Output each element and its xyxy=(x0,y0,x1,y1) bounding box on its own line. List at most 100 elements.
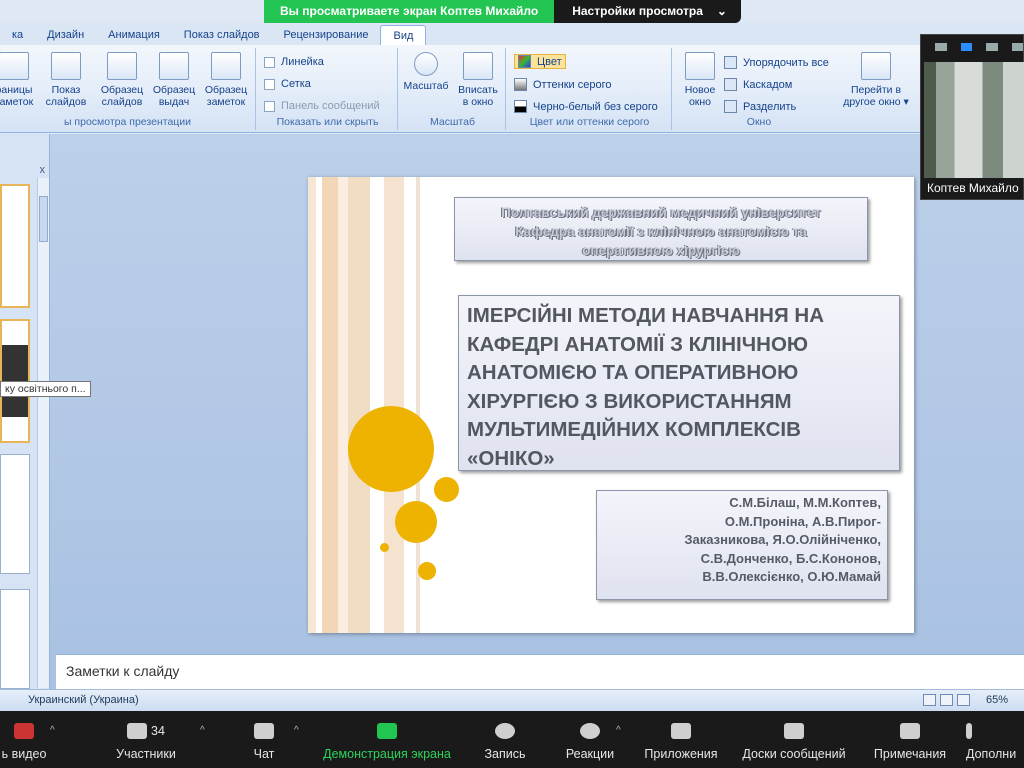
whiteboards-button[interactable]: Доски сообщений xyxy=(736,711,852,768)
video-off-icon xyxy=(14,723,34,739)
camera-feed xyxy=(924,62,1024,178)
fit-to-window-button[interactable]: Вписать в окно xyxy=(454,52,502,108)
decorative-circle xyxy=(434,477,459,502)
group-title: ы просмотра презентации xyxy=(63,116,192,128)
video-tile-toolbar xyxy=(921,35,1023,59)
side-by-side-icon[interactable] xyxy=(1011,43,1023,51)
slide-thumbnails-pane: x ку освітнього п... xyxy=(0,134,91,689)
participants-button[interactable]: 34 Участники xyxy=(106,711,186,768)
slide-sorter-icon[interactable] xyxy=(940,694,953,706)
notes-icon xyxy=(900,723,920,739)
slideshow-view-button[interactable]: Показ слайдов xyxy=(42,52,90,108)
authors-textbox[interactable]: С.М.Білаш, М.М.Коптев, О.М.Проніна, А.В.… xyxy=(596,490,888,600)
language-indicator[interactable]: Украинский (Украина) xyxy=(28,694,139,706)
switch-window-icon xyxy=(861,52,891,80)
chevron-up-icon[interactable]: ^ xyxy=(294,725,299,736)
participant-video-tile[interactable]: Коптев Михайло xyxy=(920,34,1024,200)
normal-view-icon[interactable] xyxy=(923,694,936,706)
notes-button[interactable]: Примечания xyxy=(868,711,952,768)
new-window-button[interactable]: Новое окно xyxy=(676,52,724,108)
university-textbox[interactable]: Полтавський державний медичний університ… xyxy=(454,197,868,261)
slide-thumbnail[interactable] xyxy=(0,454,30,574)
group-color: Цвет Оттенки серого Черно-белый без серо… xyxy=(508,48,672,130)
tab-animation[interactable]: Анимация xyxy=(96,25,172,45)
group-presentation-views: раницы заметок Показ слайдов Образец сла… xyxy=(0,48,256,130)
group-title: Масштаб xyxy=(430,116,475,128)
notes-input[interactable]: Заметки к слайду xyxy=(56,654,1024,689)
tab-view[interactable]: Вид xyxy=(380,25,427,45)
stop-video-button[interactable]: ь видео xyxy=(0,711,54,768)
reactions-button[interactable]: Реакции xyxy=(562,711,618,768)
checkbox-icon xyxy=(264,100,275,112)
cascade-button[interactable]: Каскадом xyxy=(724,78,792,91)
group-zoom: Масштаб Вписать в окно Масштаб xyxy=(400,48,506,130)
whiteboard-icon xyxy=(784,723,804,739)
notes-master-button[interactable]: Образец заметок xyxy=(202,52,250,108)
ribbon-tabs: ка Дизайн Анимация Показ слайдов Рецензи… xyxy=(0,23,1024,45)
apps-button[interactable]: Приложения xyxy=(640,711,722,768)
slideshow-icon xyxy=(51,52,81,80)
workspace: x ку освітнього п... Полтавський державн… xyxy=(0,134,1024,689)
view-options-button[interactable]: Настройки просмотра ⌄ xyxy=(554,0,741,23)
slide-title[interactable]: ІМЕРСІЙНІ МЕТОДИ НАВЧАННЯ НА КАФЕДРІ АНА… xyxy=(458,295,900,471)
share-banner: Вы просматриваете экран Коптев Михайло Н… xyxy=(264,0,741,23)
notes-page-button[interactable]: раницы заметок xyxy=(0,52,38,108)
thumbnails-scrollbar[interactable] xyxy=(37,178,49,688)
share-screen-button[interactable]: Демонстрация экрана xyxy=(318,711,456,768)
arrange-all-button[interactable]: Упорядочить все xyxy=(724,56,829,69)
tab-slideshow[interactable]: Показ слайдов xyxy=(172,25,272,45)
group-title: Показать или скрыть xyxy=(276,116,379,128)
chevron-down-icon: ⌄ xyxy=(716,4,727,18)
slide-master-icon xyxy=(107,52,137,80)
pure-black-white-button[interactable]: Черно-белый без серого xyxy=(514,100,658,113)
magnifier-icon xyxy=(414,52,438,76)
cascade-icon xyxy=(724,78,737,91)
group-title: Окно xyxy=(746,116,772,128)
decorative-circle xyxy=(348,406,434,492)
grayscale-button[interactable]: Оттенки серого xyxy=(514,78,611,91)
thumbnail-tooltip: ку освітнього п... xyxy=(0,381,91,397)
chevron-up-icon[interactable]: ^ xyxy=(50,725,55,736)
switch-window-button[interactable]: Перейти в другое окно ▾ xyxy=(838,52,914,108)
thumbnail-view-icon[interactable] xyxy=(960,43,972,51)
slide-canvas[interactable]: Полтавський державний медичний університ… xyxy=(308,177,914,633)
arrange-icon xyxy=(724,56,737,69)
speaker-view-icon[interactable] xyxy=(935,43,947,51)
chevron-up-icon[interactable]: ^ xyxy=(200,725,205,736)
handout-master-icon xyxy=(159,52,189,80)
color-button[interactable]: Цвет xyxy=(514,54,566,69)
group-window: Новое окно Упорядочить все Каскадом Разд… xyxy=(674,48,924,130)
split-button[interactable]: Разделить xyxy=(724,100,796,113)
close-icon[interactable]: x xyxy=(40,164,46,176)
gallery-view-icon[interactable] xyxy=(986,43,998,51)
view-switcher xyxy=(923,694,970,706)
grayscale-icon xyxy=(514,78,527,91)
ribbon: раницы заметок Показ слайдов Образец сла… xyxy=(0,45,1024,133)
more-button[interactable]: Дополни xyxy=(966,711,1024,768)
chat-button[interactable]: Чат xyxy=(240,711,288,768)
participants-count: 34 xyxy=(151,724,165,738)
reading-view-icon[interactable] xyxy=(957,694,970,706)
slide-thumbnail[interactable] xyxy=(0,589,30,689)
message-bar-checkbox: Панель сообщений xyxy=(264,100,380,112)
record-button[interactable]: Запись xyxy=(480,711,530,768)
zoom-level[interactable]: 65% xyxy=(986,694,1008,706)
status-bar: Украинский (Украина) 65% xyxy=(0,689,1024,711)
color-icon xyxy=(518,55,531,68)
slide-master-button[interactable]: Образец слайдов xyxy=(98,52,146,108)
tab-review[interactable]: Рецензирование xyxy=(272,25,381,45)
participants-icon xyxy=(127,723,148,739)
checkbox-icon xyxy=(264,56,275,68)
scrollbar-thumb[interactable] xyxy=(39,196,48,242)
participant-name: Коптев Михайло xyxy=(927,181,1019,195)
share-screen-icon xyxy=(377,723,397,739)
chevron-up-icon[interactable]: ^ xyxy=(616,725,621,736)
black-white-icon xyxy=(514,100,527,113)
handout-master-button[interactable]: Образец выдач xyxy=(150,52,198,108)
zoom-button[interactable]: Масштаб xyxy=(402,52,450,92)
tab-design[interactable]: Дизайн xyxy=(35,25,96,45)
grid-checkbox[interactable]: Сетка xyxy=(264,78,311,90)
slide-thumbnail[interactable] xyxy=(0,184,30,308)
ruler-checkbox[interactable]: Линейка xyxy=(264,56,324,68)
tab-home-partial[interactable]: ка xyxy=(0,25,35,45)
